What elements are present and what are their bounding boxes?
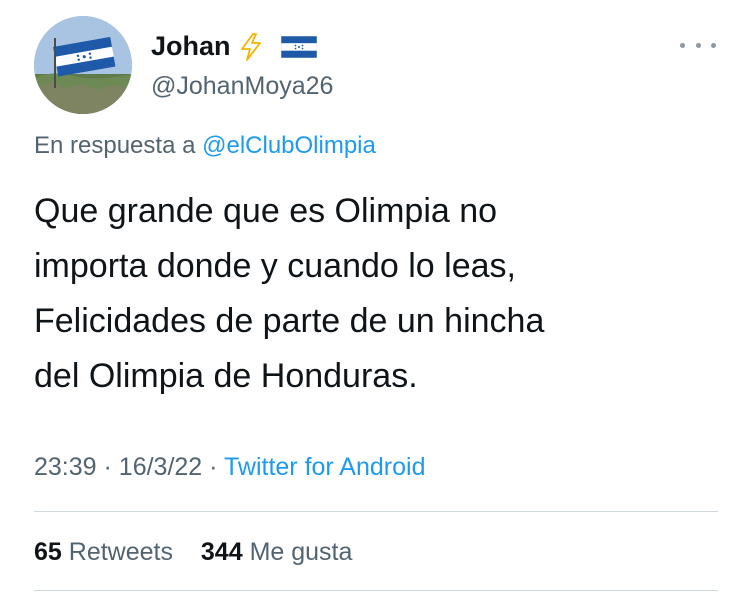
lightning-bolt-icon	[240, 32, 261, 61]
divider	[34, 511, 718, 512]
more-dot	[711, 42, 716, 48]
reply-mention-link[interactable]: @elClubOlimpia	[202, 132, 376, 159]
reply-prefix: En respuesta a	[34, 132, 196, 159]
retweets-stat[interactable]: 65 Retweets	[34, 538, 180, 566]
author-display-name[interactable]: Johan	[151, 31, 231, 62]
author-display-name-row[interactable]: Johan	[151, 31, 317, 62]
tweet-time[interactable]: 23:39	[34, 453, 97, 481]
tweet-stats: 65 Retweets 344 Me gusta	[34, 538, 352, 567]
more-options-icon[interactable]	[680, 37, 716, 53]
tweet-text-line: Que grande que es Olimpia no	[34, 192, 498, 230]
tweet-source-link[interactable]: Twitter for Android	[224, 453, 425, 481]
retweets-count: 65	[34, 538, 62, 566]
meta-separator: ·	[103, 453, 112, 481]
reply-context: En respuesta a @elClubOlimpia	[34, 132, 376, 160]
tweet-text-line: Felicidades de parte de un hincha	[34, 302, 545, 340]
likes-stat[interactable]: 344 Me gusta	[201, 538, 353, 566]
tweet-metadata: 23:39 · 16/3/22 · Twitter for Android	[34, 453, 425, 482]
more-dot	[680, 42, 685, 48]
divider	[34, 590, 718, 591]
more-dot	[695, 42, 701, 48]
tweet-text-line: importa donde y cuando lo leas,	[34, 247, 516, 285]
tweet-card: Johan @JohanMoya26 En respuesta a @elClu…	[0, 0, 749, 599]
tweet-date[interactable]: 16/3/22	[119, 453, 202, 481]
author-handle[interactable]: @JohanMoya26	[151, 72, 333, 101]
likes-count: 344	[200, 538, 243, 566]
meta-separator: ·	[209, 453, 218, 481]
avatar[interactable]	[34, 16, 132, 114]
tweet-text-line: del Olimpia de Honduras.	[34, 357, 418, 395]
avatar-image	[34, 16, 132, 114]
honduras-flag-icon	[280, 35, 317, 58]
tweet-text: Que grande que es Olimpia no importa don…	[34, 184, 724, 404]
retweets-label: Retweets	[68, 538, 173, 566]
likes-label: Me gusta	[249, 538, 353, 566]
